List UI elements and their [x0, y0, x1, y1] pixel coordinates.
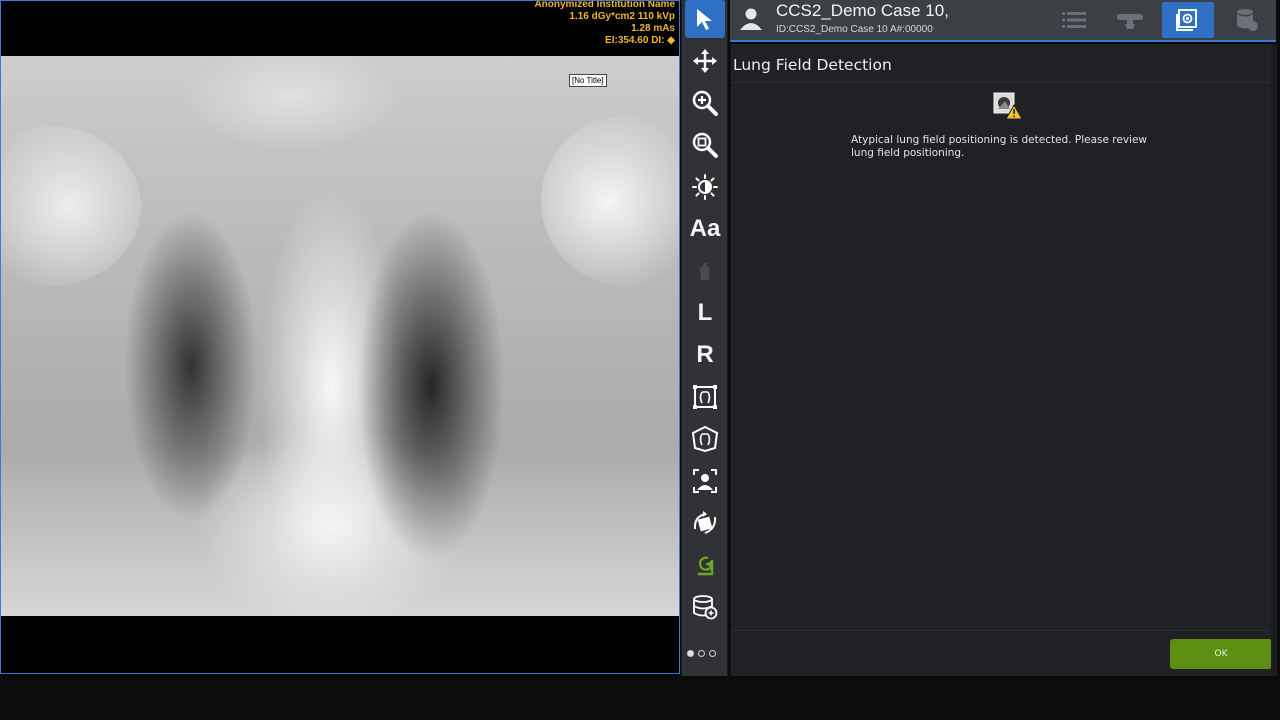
archive-icon	[1237, 9, 1258, 31]
image-review-button[interactable]	[1162, 2, 1214, 38]
image-title-label[interactable]: [No Title]	[569, 74, 607, 87]
reprocess-tool[interactable]	[685, 546, 725, 584]
crop-collimation-tool[interactable]	[685, 378, 725, 416]
zoom-fit-icon	[692, 132, 718, 158]
zoom-in-tool[interactable]	[685, 84, 725, 122]
pan-move-icon	[693, 49, 717, 73]
image-viewport[interactable]: Anonymized Institution Name 1.16 dGy*cm2…	[0, 0, 680, 674]
overlay-dose-kvp: 1.16 dGy*cm2 110 kVp	[569, 11, 675, 22]
footer-divider	[731, 630, 1277, 631]
overlay-exposure-index: EI:354.60 DI: ◆	[605, 35, 675, 46]
patient-name: CCS2_Demo Case 10,	[776, 1, 949, 20]
patient-position-tool[interactable]	[685, 462, 725, 500]
patient-id: ID:CCS2_Demo Case 10 A#:00000	[776, 24, 933, 35]
tool-page-indicator[interactable]	[687, 650, 716, 657]
zoom-in-icon	[692, 90, 718, 116]
disabled-tool	[685, 252, 725, 290]
patient-header: CCS2_Demo Case 10, ID:CCS2_Demo Case 10 …	[730, 0, 1276, 42]
tool-strip: Aa L R	[681, 0, 728, 676]
brightness-contrast-icon	[692, 174, 718, 200]
crop-collimation-icon	[693, 385, 717, 409]
rotate-flip-icon	[693, 511, 717, 534]
select-pointer-tool[interactable]	[685, 0, 725, 38]
select-pointer-icon	[697, 9, 712, 30]
marker-right-tool[interactable]: R	[685, 336, 725, 374]
annotation-text-tool[interactable]: Aa	[685, 210, 725, 248]
marker-left-tool[interactable]: L	[685, 294, 725, 332]
chest-xray-image[interactable]	[1, 56, 679, 616]
tube-icon	[1117, 14, 1143, 29]
patient-avatar-icon[interactable]	[738, 6, 764, 32]
xray-left-shoulder	[1, 126, 141, 286]
pan-move-tool[interactable]	[685, 42, 725, 80]
archive-button[interactable]	[1220, 2, 1272, 38]
patient-position-icon	[693, 469, 717, 493]
disabled-tool-icon	[700, 263, 710, 280]
zoom-fit-tool[interactable]	[685, 126, 725, 164]
image-database-tool[interactable]	[685, 588, 725, 626]
worklist-icon	[1062, 12, 1086, 28]
detection-message: Atypical lung field positioning is detec…	[851, 134, 1148, 159]
page-dot-2[interactable]	[698, 650, 705, 657]
ok-button[interactable]: OK	[1170, 639, 1272, 669]
lung-field-detection-panel: Lung Field Detection Atypical lung field…	[730, 44, 1277, 676]
shutter-icon	[691, 425, 719, 453]
overlay-mas: 1.28 mAs	[631, 23, 675, 34]
xray-right-shoulder	[541, 116, 679, 286]
dicom-overlay: Anonymized Institution Name 1.16 dGy*cm2…	[534, 0, 675, 47]
lung-field-warning-icon	[993, 92, 1023, 120]
title-divider	[731, 82, 1277, 83]
panel-scrollbar[interactable]	[1271, 44, 1277, 676]
worklist-button[interactable]	[1048, 2, 1100, 38]
rotate-flip-tool[interactable]	[685, 504, 725, 542]
brightness-contrast-tool[interactable]	[685, 168, 725, 206]
image-database-icon	[693, 595, 718, 620]
page-dot-3[interactable]	[709, 650, 716, 657]
panel-title: Lung Field Detection	[733, 56, 892, 74]
tube-button[interactable]	[1104, 2, 1156, 38]
reprocess-icon	[698, 556, 714, 576]
overlay-institution: Anonymized Institution Name	[534, 0, 675, 10]
shutter-tool[interactable]	[685, 420, 725, 458]
image-review-icon	[1176, 9, 1197, 31]
page-dot-1[interactable]	[687, 650, 694, 657]
